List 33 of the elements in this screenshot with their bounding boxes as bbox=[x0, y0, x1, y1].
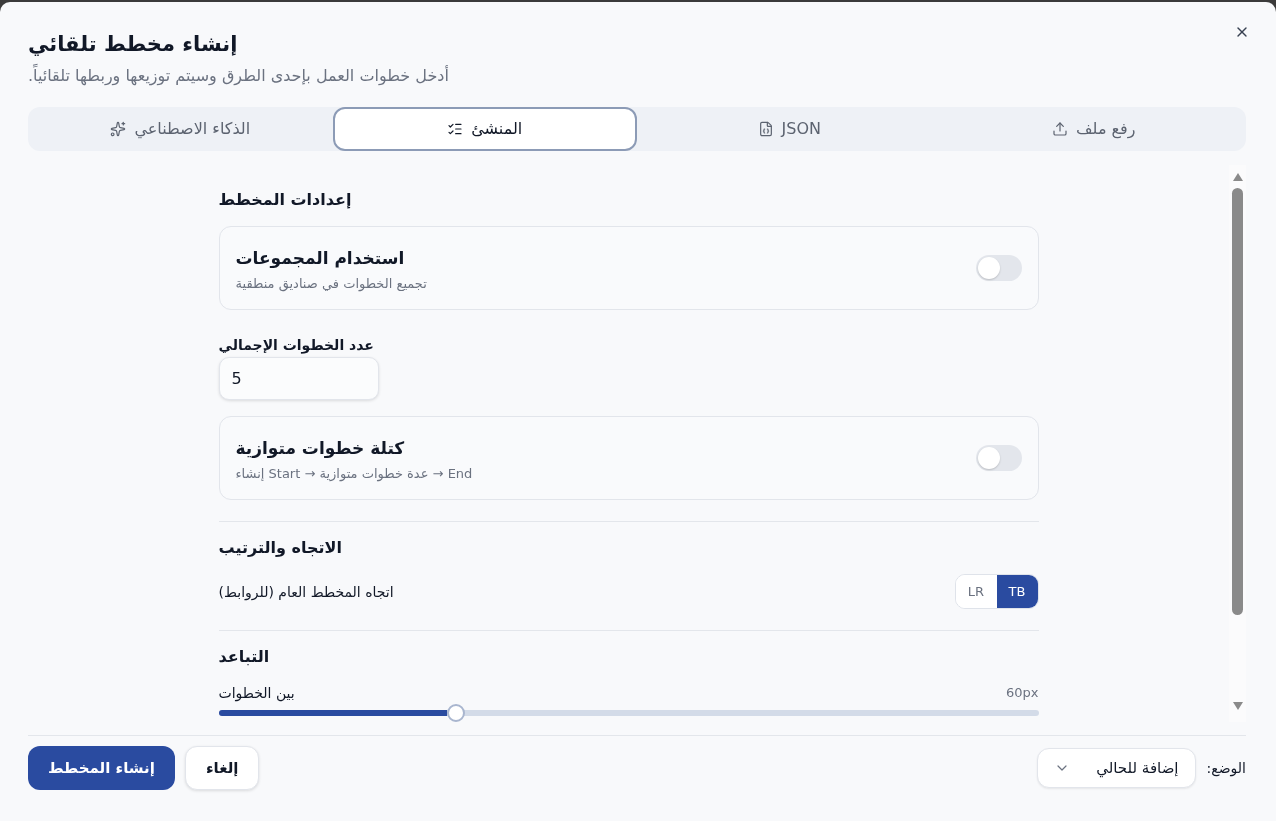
tab[interactable]: المنشئ bbox=[332, 107, 637, 151]
mode-select[interactable]: إضافة للحالي bbox=[1036, 748, 1196, 788]
tab[interactable]: الذكاء الاصطناعي bbox=[28, 107, 333, 151]
section-heading: التباعد bbox=[218, 646, 270, 668]
cancel-button[interactable]: إلغاء bbox=[184, 746, 260, 790]
scrollbar-thumb[interactable] bbox=[1232, 188, 1243, 615]
sparkles-icon bbox=[110, 121, 127, 137]
field-label: عدد الخطوات الإجمالي bbox=[218, 336, 374, 355]
list-checks-icon bbox=[447, 121, 464, 137]
setting-title: استخدام المجموعات bbox=[235, 246, 405, 270]
json-file-icon bbox=[757, 121, 774, 137]
scroll-down-arrow-icon[interactable] bbox=[1232, 702, 1243, 710]
toggle-switch[interactable] bbox=[975, 255, 1022, 281]
section-heading: إعدادات المخطط bbox=[218, 189, 352, 211]
tab[interactable]: رفع ملف bbox=[941, 107, 1246, 151]
field-label: اتجاه المخطط العام (للروابط) bbox=[218, 582, 394, 602]
slider-thumb[interactable] bbox=[447, 704, 466, 722]
dialog-title: إنشاء مخطط تلقائي bbox=[28, 31, 238, 58]
number-input[interactable]: 5 bbox=[218, 357, 379, 400]
setting-description: تجميع الخطوات في صناديق منطقية bbox=[235, 274, 427, 294]
toggle-switch[interactable] bbox=[975, 445, 1022, 471]
segment-option[interactable]: TB bbox=[996, 575, 1038, 608]
dialog-subtitle: أدخل خطوات العمل بإحدى الطرق وسيتم توزيعها وربطها تلقائياً. bbox=[28, 64, 449, 88]
create-button[interactable]: إنشاء المخطط bbox=[28, 746, 175, 790]
tab[interactable]: JSON bbox=[637, 107, 942, 151]
scroll-up-arrow-icon[interactable] bbox=[1232, 173, 1243, 181]
setting-description: إنشاء Start → عدة خطوات متوازية → End bbox=[235, 464, 473, 484]
slider-label: بين الخطوات bbox=[218, 684, 295, 703]
slider-value: 60px bbox=[1006, 684, 1039, 702]
upload-icon bbox=[1052, 121, 1069, 137]
section-heading: الاتجاه والترتيب bbox=[218, 537, 342, 559]
field-label: الوضع: bbox=[1206, 759, 1246, 778]
setting-title: كتلة خطوات متوازية bbox=[235, 436, 405, 460]
